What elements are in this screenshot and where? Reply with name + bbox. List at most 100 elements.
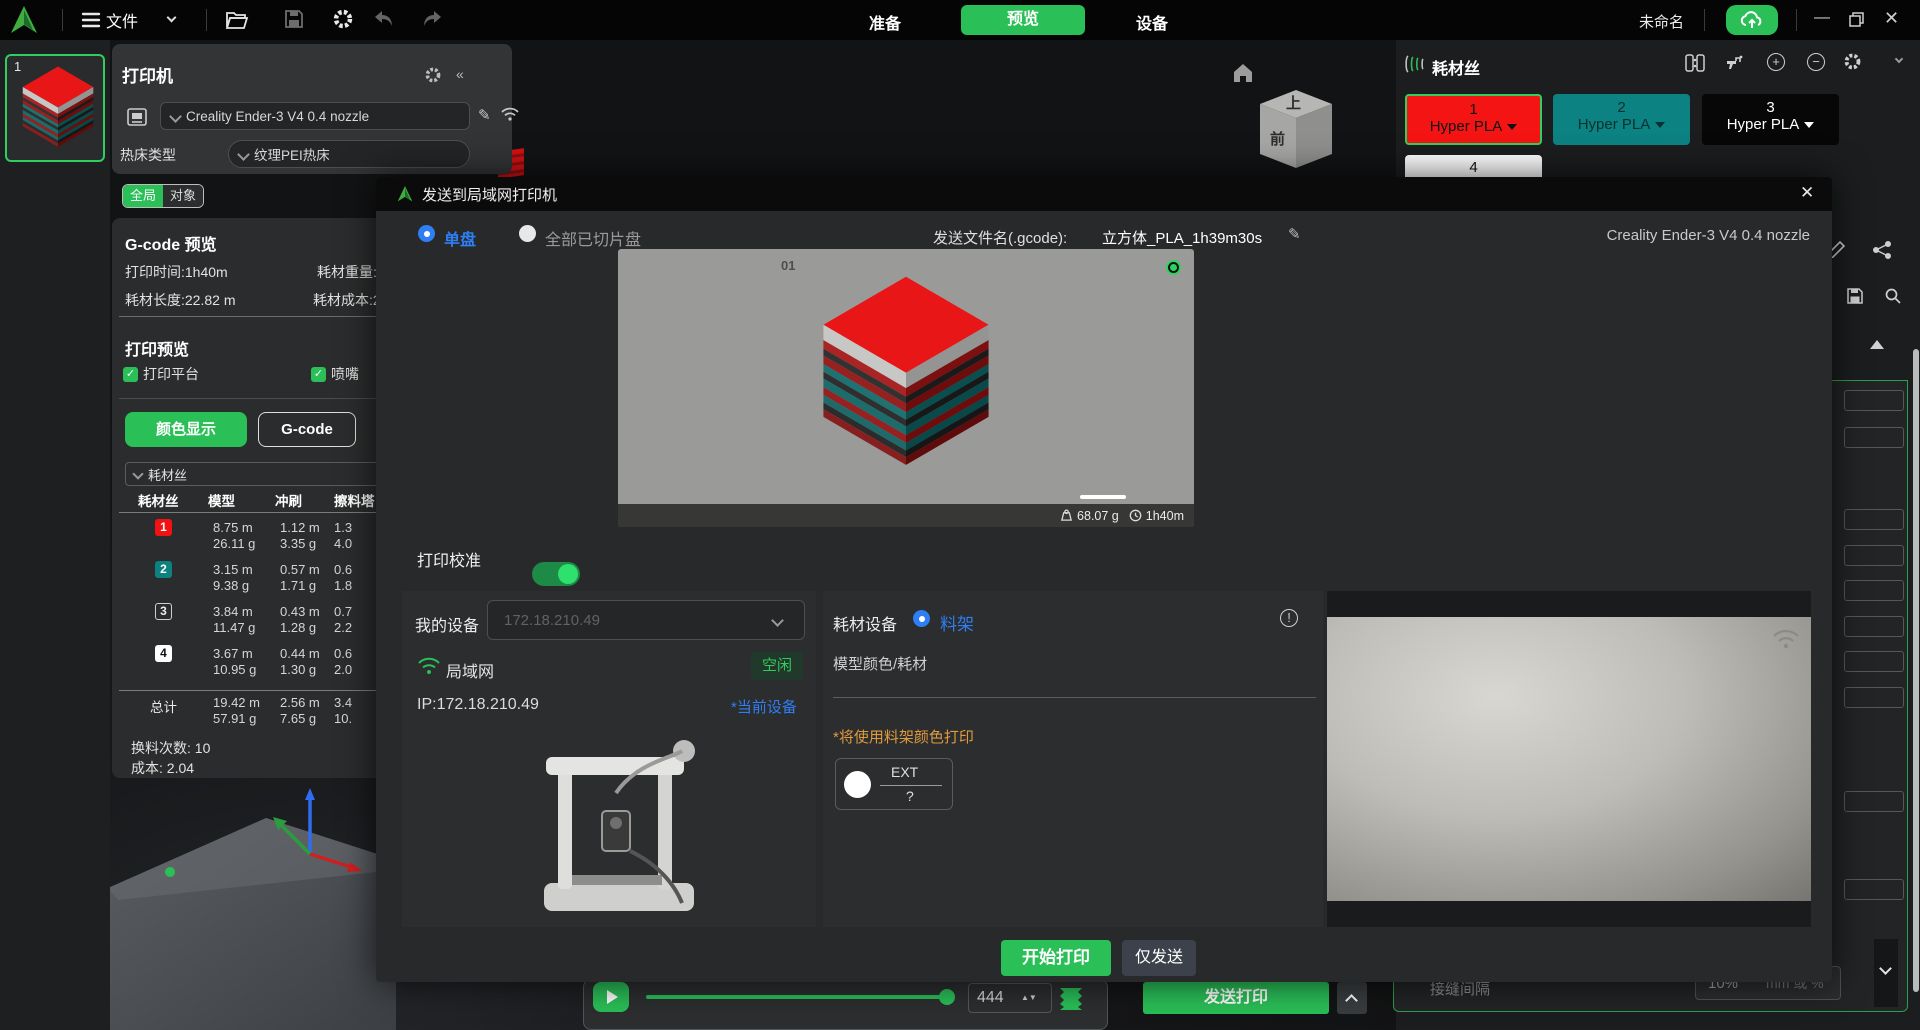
flush-settings-icon[interactable]	[1724, 52, 1744, 72]
tab-preview[interactable]: 预览	[961, 5, 1085, 35]
minimize-button[interactable]: —	[1814, 10, 1830, 26]
color-display-button[interactable]: 颜色显示	[125, 412, 247, 447]
param-input[interactable]	[1844, 427, 1904, 448]
scope-object-tab[interactable]: 对象	[163, 184, 203, 208]
col-header-flush: 冲刷	[275, 490, 302, 510]
home-view-icon[interactable]	[1231, 61, 1255, 84]
filament-settings-gear-icon[interactable]	[1843, 52, 1862, 71]
open-file-button[interactable]	[225, 9, 249, 31]
radio-single-plate-label[interactable]: 单盘	[444, 226, 476, 250]
radio-single-plate[interactable]	[418, 225, 435, 242]
close-window-button[interactable]: ✕	[1884, 10, 1899, 26]
extruder-card[interactable]: EXT ?	[835, 758, 953, 810]
param-input[interactable]	[1844, 390, 1904, 411]
printer-wifi-icon[interactable]	[500, 106, 520, 122]
scroll-up-icon[interactable]	[1870, 340, 1884, 349]
plate-list-sidebar: 1	[0, 40, 110, 1030]
filament-chip-3[interactable]: 3 Hyper PLA	[1702, 94, 1839, 145]
collapse-panel-icon[interactable]: «	[456, 66, 462, 82]
stepper-arrows-icon[interactable]: ▲▼	[1021, 994, 1037, 1002]
filament-mapping-icon[interactable]	[1685, 54, 1705, 72]
search-icon[interactable]	[1884, 287, 1902, 305]
save-button[interactable]	[284, 9, 304, 29]
edit-filename-icon[interactable]: ✎	[1288, 225, 1301, 243]
gcode-view-button[interactable]: G-code	[258, 412, 356, 447]
save-profile-icon[interactable]	[1846, 287, 1864, 305]
lan-label: 局域网	[446, 658, 494, 682]
clock-icon	[1129, 509, 1142, 522]
radio-all-plates[interactable]	[519, 225, 536, 242]
bed-type-select[interactable]: 纹理PEI热床	[228, 140, 470, 168]
param-input[interactable]	[1844, 687, 1904, 708]
view-cube-front-label[interactable]: 前	[1270, 128, 1285, 149]
tab-device[interactable]: 设备	[1136, 10, 1168, 34]
expand-send-options-button[interactable]	[1337, 982, 1367, 1014]
param-input[interactable]	[1844, 580, 1904, 601]
filament-stack-icon[interactable]	[1057, 984, 1085, 1012]
send-print-button[interactable]: 发送打印	[1143, 982, 1329, 1014]
device-select[interactable]: 172.18.210.49	[487, 600, 805, 640]
filament-chip-1[interactable]: 1 Hyper PLA	[1405, 94, 1542, 145]
view-cube-top-label[interactable]: 上	[1286, 92, 1301, 113]
table-cell: 19.42 m57.91 g	[213, 695, 260, 727]
remove-filament-button[interactable]: −	[1807, 53, 1825, 71]
add-filament-button[interactable]: +	[1767, 53, 1785, 71]
filament-section-collapse[interactable]: 耗材丝	[125, 462, 388, 486]
dialog-close-icon[interactable]: ✕	[1800, 183, 1814, 203]
checkbox-nozzle[interactable]: ✓ 喷嘴	[311, 364, 359, 384]
layer-number-value: 444	[977, 989, 1021, 1007]
file-menu[interactable]: 文件	[80, 8, 138, 32]
view-cube[interactable]: 上 前	[1256, 88, 1336, 170]
plate-time: 1h40m	[1146, 509, 1184, 523]
filament-row-chip: 4	[155, 645, 172, 662]
panel-scrollbar[interactable]	[1874, 939, 1898, 1007]
collapse-filament-panel-icon[interactable]	[1895, 55, 1903, 63]
undo-button[interactable]	[372, 9, 394, 29]
layer-slider-track[interactable]	[646, 995, 953, 999]
dialog-title: 发送到局域网打印机	[422, 184, 557, 205]
layer-slider-knob[interactable]	[939, 989, 955, 1005]
layer-number-stepper[interactable]: 444 ▲▼	[968, 983, 1052, 1013]
param-input[interactable]	[1844, 651, 1904, 672]
send-only-button[interactable]: 仅发送	[1122, 940, 1196, 976]
chip-name: Hyper PLA	[1553, 116, 1690, 133]
param-input[interactable]	[1844, 616, 1904, 637]
cloud-upload-button[interactable]	[1726, 5, 1778, 35]
restore-button[interactable]	[1849, 12, 1864, 27]
share-nodes-icon[interactable]	[1872, 240, 1892, 260]
chevron-down-icon	[1655, 122, 1665, 128]
extruder-label: EXT	[891, 764, 918, 780]
table-cell: 0.57 m1.71 g	[280, 562, 320, 594]
file-menu-chevron-icon[interactable]	[167, 13, 177, 23]
info-icon[interactable]: !	[1280, 609, 1298, 627]
filament-device-label: 耗材设备	[833, 611, 897, 635]
param-input[interactable]	[1844, 879, 1904, 900]
main-scrollbar[interactable]	[1913, 349, 1919, 992]
tab-prepare[interactable]: 准备	[869, 10, 901, 34]
col-header-model: 模型	[208, 490, 235, 510]
checkbox-platform[interactable]: ✓ 打印平台	[123, 364, 199, 384]
table-cell: 0.62.0	[334, 646, 352, 678]
printer-settings-gear-icon[interactable]	[424, 66, 442, 84]
play-button[interactable]	[593, 982, 629, 1012]
radio-rack-label[interactable]: 料架	[940, 610, 974, 635]
radio-all-plates-label[interactable]: 全部已切片盘	[545, 226, 641, 250]
print-preview-title: 打印预览	[125, 336, 189, 360]
filename-value[interactable]: 立方体_PLA_1h39m30s	[1102, 227, 1262, 248]
start-print-button[interactable]: 开始打印	[1001, 940, 1111, 976]
scope-global-tab[interactable]: 全局	[123, 184, 163, 208]
param-input[interactable]	[1844, 545, 1904, 566]
edit-printer-icon[interactable]: ✎	[478, 106, 491, 124]
filament-device-cell: 耗材设备 料架 ! 模型颜色/耗材 *将使用料架颜色打印 EXT ?	[823, 591, 1323, 927]
radio-rack[interactable]	[913, 610, 930, 627]
param-input[interactable]	[1844, 509, 1904, 530]
printer-select[interactable]: Creality Ender-3 V4 0.4 nozzle	[160, 102, 470, 130]
param-input[interactable]	[1844, 791, 1904, 812]
current-device-link[interactable]: *当前设备	[731, 696, 797, 717]
redo-button[interactable]	[422, 9, 444, 29]
filament-chip-2[interactable]: 2 Hyper PLA	[1553, 94, 1690, 145]
plate-thumbnail[interactable]: 1	[5, 54, 105, 162]
calibration-toggle[interactable]	[532, 562, 580, 586]
chip-name: Hyper PLA	[1407, 118, 1540, 135]
settings-gear-icon[interactable]	[332, 8, 354, 30]
